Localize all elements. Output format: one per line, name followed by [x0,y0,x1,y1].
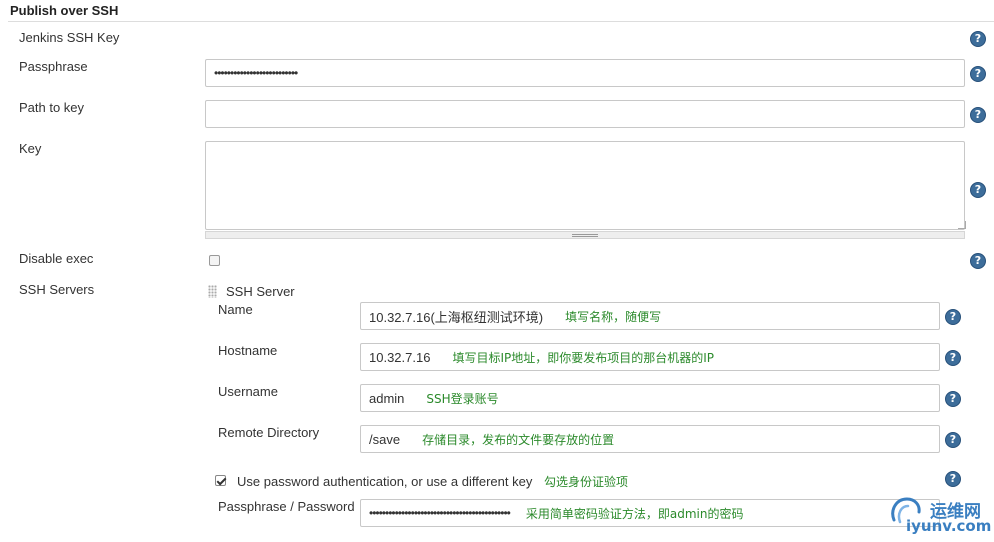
drag-handle-icon[interactable] [208,285,217,298]
help-icon[interactable]: ? [945,471,961,487]
path-to-key-input[interactable] [205,100,965,128]
ssh-server-header: SSH Server [226,284,295,299]
hostname-input[interactable]: 10.32.7.16 填写目标IP地址，即你要发布项目的那台机器的IP [360,343,940,371]
hostname-label: Hostname [218,343,278,358]
username-label: Username [218,384,278,399]
path-to-key-label: Path to key [19,100,85,115]
help-icon[interactable]: ? [945,350,961,366]
resize-handle-icon[interactable] [572,234,598,237]
key-textarea[interactable] [205,141,965,230]
hostname-annotation: 填写目标IP地址，即你要发布项目的那台机器的IP [452,350,715,365]
section-divider [8,21,994,22]
jenkins-ssh-key-label: Jenkins SSH Key [19,30,120,45]
help-icon[interactable]: ? [945,309,961,325]
disable-exec-label: Disable exec [19,251,94,266]
server-name-value: 10.32.7.16(上海枢纽测试环境) [369,309,544,325]
ssh-servers-label: SSH Servers [19,282,95,297]
passphrase-input[interactable]: •••••••••••••••••••••••••• [205,59,965,87]
passphrase-label: Passphrase [19,59,88,74]
watermark-text-en: iyunv.com [906,517,992,535]
use-password-label: Use password authentication, or use a di… [237,474,533,489]
remote-directory-input[interactable]: /save 存储目录，发布的文件要存放的位置 [360,425,940,453]
server-name-label: Name [218,302,253,317]
server-name-annotation: 填写名称，随便写 [565,309,662,324]
section-title: Publish over SSH [10,3,119,18]
username-input[interactable]: admin SSH登录账号 [360,384,940,412]
username-annotation: SSH登录账号 [426,391,499,406]
help-icon[interactable]: ? [970,253,986,269]
remote-directory-value: /save [369,431,401,447]
password-value: ••••••••••••••••••••••••••••••••••••••••… [369,506,511,520]
key-label: Key [19,141,42,156]
help-icon[interactable]: ? [945,432,961,448]
username-value: admin [369,390,405,406]
help-icon[interactable]: ? [970,31,986,47]
textarea-resize-bar[interactable] [205,231,965,239]
use-password-checkbox[interactable] [215,475,226,486]
remote-directory-annotation: 存储目录，发布的文件要存放的位置 [422,432,615,447]
help-icon[interactable]: ? [970,107,986,123]
hostname-value: 10.32.7.16 [369,349,431,365]
password-annotation: 采用简单密码验证方法，即admin的密码 [525,506,744,521]
disable-exec-checkbox[interactable] [209,255,220,266]
remote-directory-label: Remote Directory [218,425,320,440]
server-name-input[interactable]: 10.32.7.16(上海枢纽测试环境) 填写名称，随便写 [360,302,940,330]
help-icon[interactable]: ? [945,391,961,407]
resize-corner-icon[interactable] [958,221,966,229]
password-label: Passphrase / Password [218,499,355,514]
help-icon[interactable]: ? [970,182,986,198]
use-password-annotation: 勾选身份证验项 [544,475,629,489]
help-icon[interactable]: ? [970,66,986,82]
password-input[interactable]: ••••••••••••••••••••••••••••••••••••••••… [360,499,940,527]
